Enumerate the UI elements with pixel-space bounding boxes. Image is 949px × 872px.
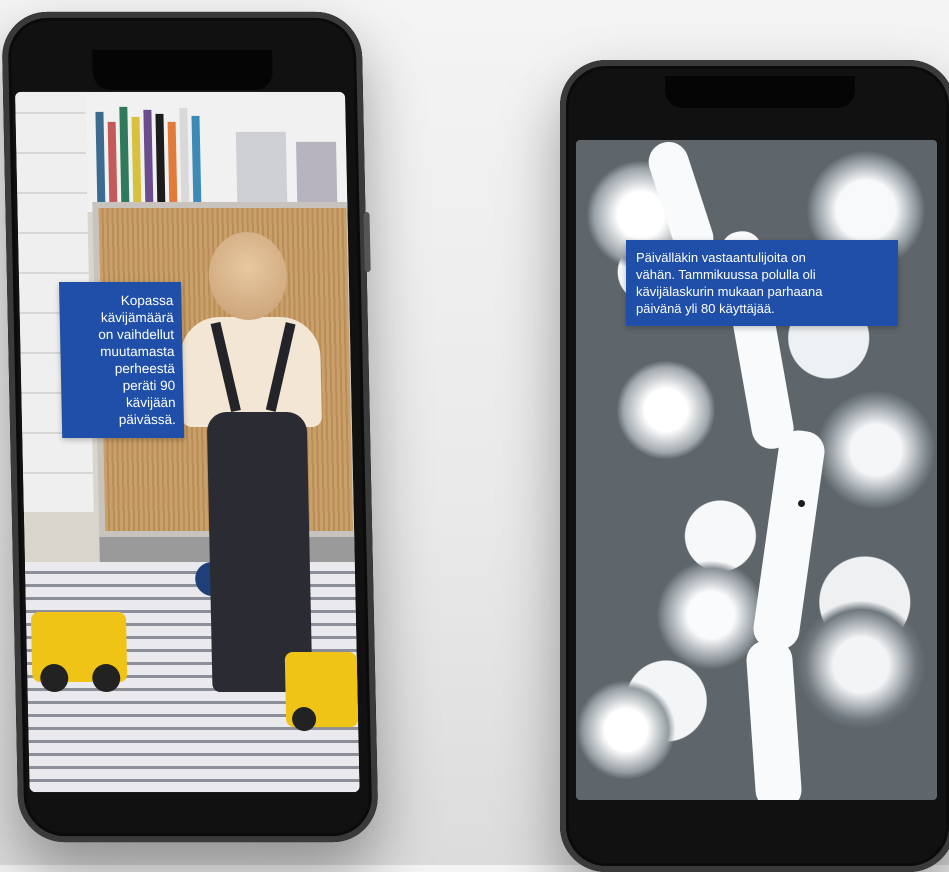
right-caption: Päivälläkin vastaantulijoita on vähän. T… bbox=[626, 240, 898, 326]
left-phone: Kopassa kävijämäärä on vaihdellut muutam… bbox=[1, 11, 379, 843]
left-caption: Kopassa kävijämäärä on vaihdellut muutam… bbox=[58, 281, 185, 439]
caption-line: perheestä bbox=[114, 360, 175, 376]
snowy-tree bbox=[816, 390, 936, 510]
child-pants bbox=[206, 411, 313, 693]
room-photo bbox=[15, 91, 360, 793]
side-button bbox=[363, 211, 371, 272]
child-shirt bbox=[179, 316, 322, 427]
caption-line: päivässä. bbox=[118, 411, 177, 427]
wheel bbox=[291, 707, 317, 732]
caption-line: on vaihdellut bbox=[98, 326, 175, 342]
caption-line: kävijälaskurin mukaan parhaana bbox=[636, 284, 823, 299]
caption-line: kävijään bbox=[125, 394, 176, 410]
caption-line: Kopassa bbox=[120, 292, 174, 308]
book bbox=[131, 116, 142, 202]
caption-line: vähän. Tammikuussa polulla oli bbox=[636, 267, 816, 282]
bookshelf bbox=[85, 91, 358, 212]
caption-line: peräti 90 bbox=[122, 377, 176, 393]
caption-line: Päivälläkin vastaantulijoita on bbox=[636, 250, 806, 265]
picture-frame bbox=[235, 131, 288, 202]
toy-truck bbox=[30, 612, 128, 693]
caption-line: kävijämäärä bbox=[100, 309, 174, 325]
book bbox=[119, 106, 130, 202]
left-phone-screen: Kopassa kävijämäärä on vaihdellut muutam… bbox=[15, 91, 360, 793]
book bbox=[143, 109, 154, 202]
book bbox=[95, 111, 106, 202]
book bbox=[167, 121, 178, 202]
right-phone-screen: Päivälläkin vastaantulijoita on vähän. T… bbox=[576, 140, 937, 800]
wheel bbox=[91, 664, 121, 693]
book bbox=[155, 113, 166, 202]
phone-notch-icon bbox=[92, 49, 273, 90]
right-phone: Päivälläkin vastaantulijoita on vähän. T… bbox=[560, 60, 949, 872]
phone-notch-icon bbox=[665, 76, 855, 108]
walker bbox=[798, 500, 805, 507]
toy-truck bbox=[284, 652, 359, 732]
book bbox=[179, 107, 190, 202]
wheel bbox=[39, 664, 69, 693]
caption-line: päivänä yli 80 käyttäjää. bbox=[636, 301, 775, 316]
snowy-forest-photo bbox=[576, 140, 937, 800]
snow-trail bbox=[745, 638, 803, 800]
child-head bbox=[207, 231, 288, 320]
book bbox=[107, 121, 118, 202]
book bbox=[191, 115, 202, 202]
picture-frame bbox=[296, 141, 338, 202]
snowy-tree bbox=[796, 600, 926, 730]
snowy-tree bbox=[576, 680, 676, 780]
snowy-tree bbox=[616, 360, 716, 460]
caption-line: muutamasta bbox=[99, 343, 175, 359]
